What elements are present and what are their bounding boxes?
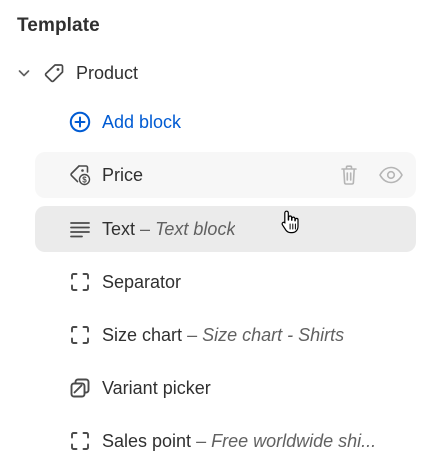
section-title: Template [17,15,100,36]
block-item-variant-picker[interactable]: Variant picker [35,365,416,411]
trash-icon[interactable] [336,162,362,188]
template-panel: Template Product Add block $ Price Text … [0,0,428,466]
product-label: Product [76,62,139,83]
dashed-square-icon [67,322,93,348]
block-label: Size chart – Size chart - Shirts [102,324,345,345]
tag-icon [42,61,66,85]
block-item-size-chart[interactable]: Size chart – Size chart - Shirts [35,312,416,358]
block-item-price[interactable]: $ Price [35,152,416,198]
add-block-label: Add block [102,111,182,132]
block-label: Price [102,164,144,185]
block-label: Separator [102,271,182,292]
plus-circle-icon [67,109,93,135]
eye-icon[interactable] [378,162,404,188]
row-actions [336,162,404,188]
add-block-button[interactable]: Add block [35,99,416,145]
price-tag-dollar-icon: $ [67,162,93,188]
block-label: Variant picker [102,377,211,398]
block-item-sales-point[interactable]: Sales point – Free worldwide shi... [35,418,416,464]
variant-picker-icon [67,375,93,401]
product-tree-item[interactable]: Product [14,56,414,90]
block-label: Text – Text block [102,218,236,239]
text-align-icon [67,216,93,242]
dashed-square-icon [67,428,93,454]
dashed-square-icon [67,269,93,295]
block-item-separator[interactable]: Separator [35,259,416,305]
block-label: Sales point – Free worldwide shi... [102,430,377,451]
block-item-text[interactable]: Text – Text block [35,206,416,252]
hand-pointer-cursor-icon [281,210,299,234]
chevron-down-icon[interactable] [14,63,34,83]
svg-text:$: $ [82,176,87,185]
